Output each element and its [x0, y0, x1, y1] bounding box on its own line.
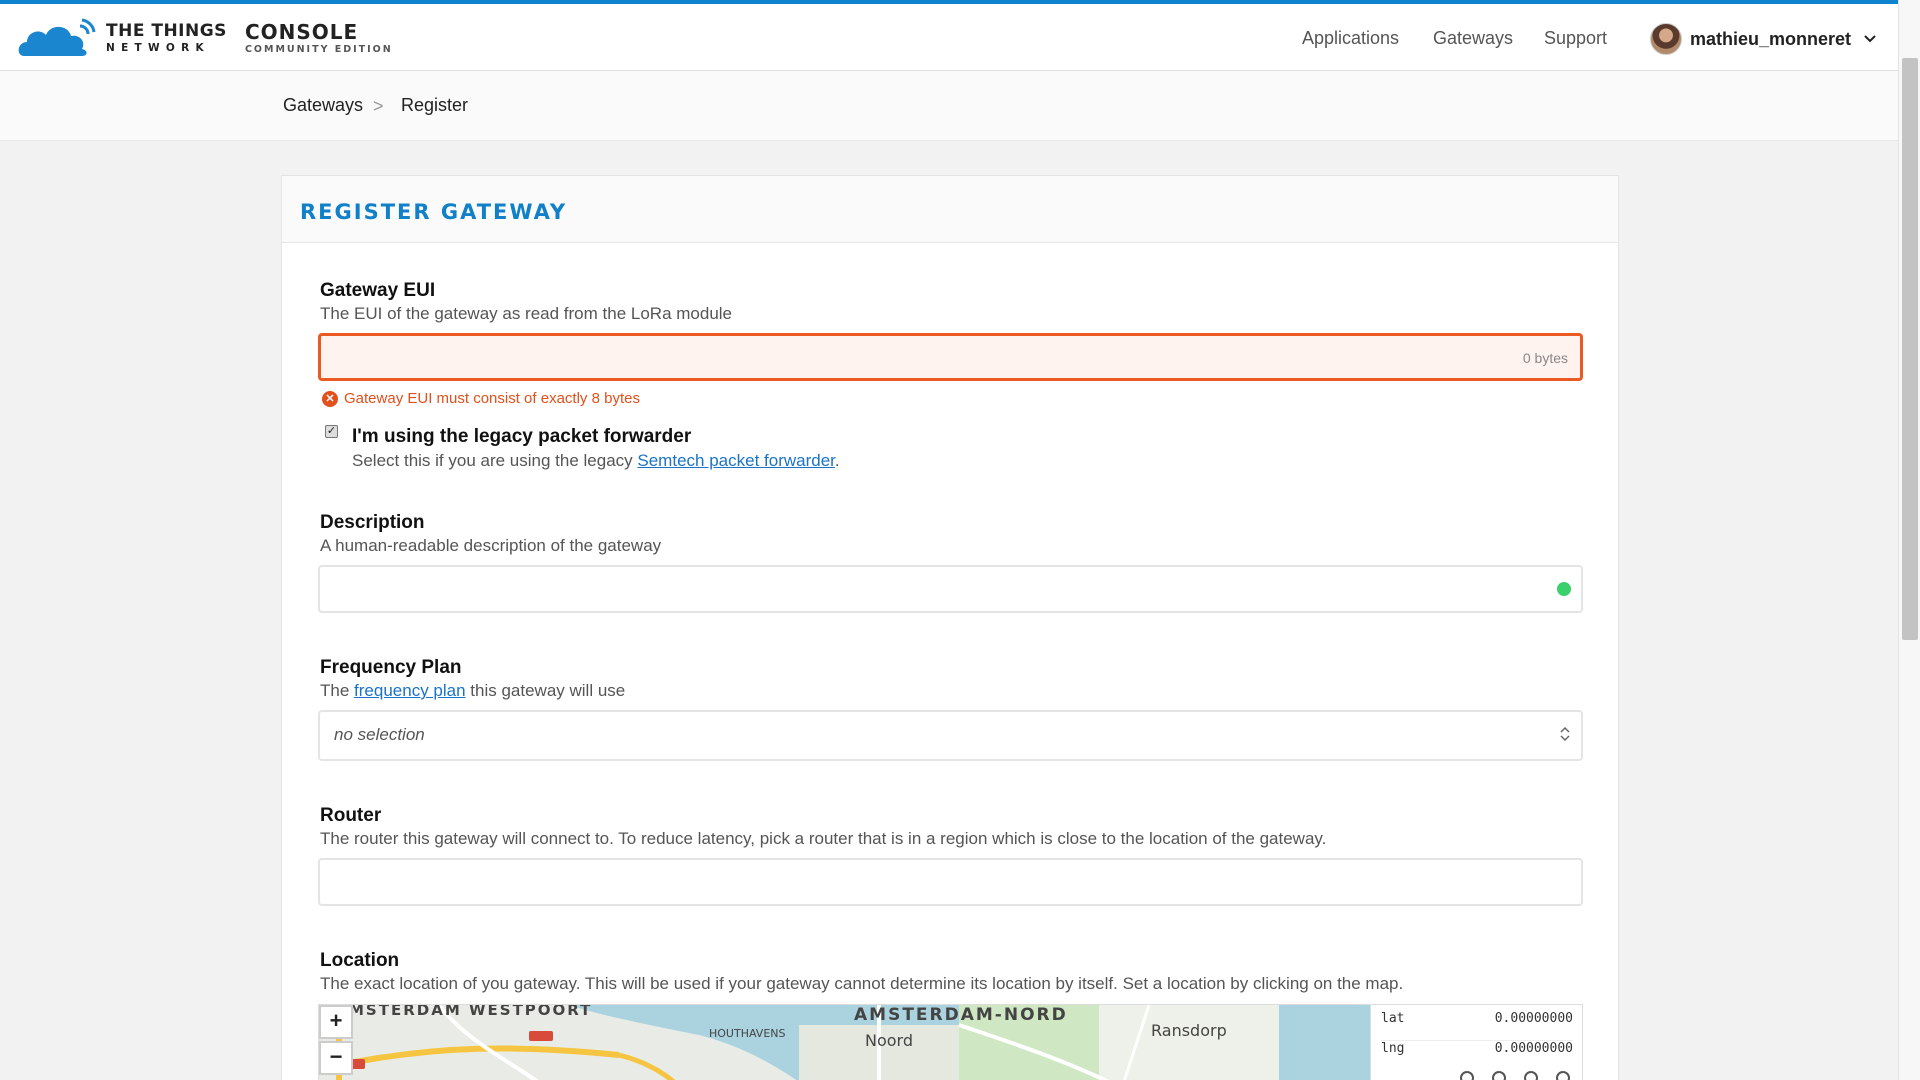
- map-layer-icon[interactable]: [1460, 1071, 1474, 1080]
- description-label: Description: [320, 512, 425, 533]
- map-label-ransdorp: Ransdorp: [1151, 1021, 1227, 1040]
- longitude-row[interactable]: lng 0.00000000: [1381, 1040, 1573, 1056]
- longitude-label: lng: [1381, 1041, 1405, 1056]
- product-name: CONSOLE: [244, 19, 359, 44]
- scrollbar-thumb[interactable]: [1902, 58, 1918, 640]
- nav-applications-link[interactable]: Applications: [1302, 28, 1399, 49]
- legacy-forwarder-checkbox[interactable]: ✓: [325, 425, 338, 438]
- frequency-plan-description: The frequency plan this gateway will use: [320, 681, 625, 701]
- latitude-label: lat: [1381, 1011, 1405, 1026]
- map-tools: [1460, 1071, 1570, 1080]
- latitude-value[interactable]: 0.00000000: [1495, 1011, 1573, 1026]
- page-scrollbar[interactable]: [1898, 0, 1920, 1080]
- freq-desc-suffix: this gateway will use: [465, 681, 626, 700]
- legacy-desc-period: .: [834, 451, 840, 470]
- location-label: Location: [320, 950, 400, 971]
- brand-name-line1: THE THINGS: [106, 20, 227, 41]
- user-menu[interactable]: mathieu_monneret: [1650, 23, 1877, 55]
- map-label-westpoort: MSTERDAM WESTPOORT: [349, 1004, 593, 1019]
- location-description: The exact location of you gateway. This …: [320, 974, 1404, 993]
- legacy-desc-text: Select this if you are using the legacy: [352, 451, 638, 470]
- map-label-noord: Noord: [865, 1031, 913, 1050]
- map-pin-icon[interactable]: [1492, 1071, 1506, 1080]
- username: mathieu_monneret: [1690, 28, 1852, 49]
- ttn-wordmark: THE THINGS NETWORK: [106, 20, 227, 54]
- location-map[interactable]: MSTERDAM WESTPOORT AMSTERDAM-NORD Noord …: [318, 1004, 1583, 1080]
- register-gateway-card: REGISTER GATEWAY Gateway EUI The EUI of …: [281, 175, 1619, 1080]
- map-zoom-in-button[interactable]: +: [319, 1005, 353, 1039]
- top-navigation-bar: THE THINGS NETWORK CONSOLE COMMUNITY EDI…: [0, 0, 1898, 71]
- chevron-down-icon: [1864, 35, 1876, 43]
- gateway-eui-error-text: Gateway EUI must consist of exactly 8 by…: [344, 390, 640, 407]
- description-input[interactable]: [318, 565, 1583, 613]
- breadcrumb-gateways-link[interactable]: Gateways: [283, 95, 363, 116]
- breadcrumb: Gateways > Register: [0, 71, 1898, 141]
- nav-gateways-link[interactable]: Gateways: [1433, 28, 1513, 49]
- description-help: A human-readable description of the gate…: [320, 536, 662, 555]
- avatar: [1650, 23, 1682, 55]
- console-wordmark: CONSOLE COMMUNITY EDITION: [245, 22, 393, 55]
- card-header: REGISTER GATEWAY: [282, 176, 1618, 243]
- map-clear-icon[interactable]: [1556, 1071, 1570, 1080]
- valid-check-icon: [1557, 582, 1571, 596]
- semtech-forwarder-link[interactable]: Semtech packet forwarder: [637, 451, 834, 470]
- product-edition: COMMUNITY EDITION: [244, 43, 393, 55]
- breadcrumb-current: Register: [401, 95, 469, 115]
- select-arrows-icon: [1560, 726, 1570, 742]
- frequency-plan-select[interactable]: no selection: [318, 710, 1583, 761]
- cloud-logo-icon: [18, 18, 96, 56]
- nav-support-link[interactable]: Support: [1544, 28, 1607, 49]
- map-zoom-out-button[interactable]: −: [319, 1041, 353, 1075]
- frequency-plan-label: Frequency Plan: [320, 657, 462, 678]
- byte-counter: 0 bytes: [1522, 350, 1568, 366]
- gateway-eui-error: ✕ Gateway EUI must consist of exactly 8 …: [322, 390, 640, 407]
- router-description: The router this gateway will connect to.…: [320, 829, 1327, 848]
- map-label-houthavens: HOUTHAVENS: [709, 1027, 786, 1040]
- router-input[interactable]: [318, 858, 1583, 906]
- gateway-eui-input[interactable]: 0 bytes: [318, 333, 1583, 381]
- legacy-forwarder-label: I'm using the legacy packet forwarder: [352, 426, 692, 447]
- map-label-amsterdam-nord: AMSTERDAM-NORD: [854, 1005, 1068, 1025]
- ttn-logo[interactable]: THE THINGS NETWORK CONSOLE COMMUNITY EDI…: [18, 18, 393, 58]
- freq-desc-text: The: [320, 681, 355, 700]
- latitude-row[interactable]: lat 0.00000000: [1381, 1011, 1573, 1026]
- longitude-value[interactable]: 0.00000000: [1495, 1041, 1573, 1056]
- page-title: REGISTER GATEWAY: [300, 200, 568, 224]
- legacy-forwarder-description: Select this if you are using the legacy …: [352, 451, 840, 471]
- breadcrumb-separator-icon: >: [373, 96, 384, 116]
- router-label: Router: [320, 805, 382, 826]
- gateway-eui-label: Gateway EUI: [320, 280, 436, 301]
- frequency-plan-link[interactable]: frequency plan: [354, 681, 466, 700]
- coordinates-panel: lat 0.00000000 lng 0.00000000: [1370, 1005, 1582, 1080]
- gateway-eui-description: The EUI of the gateway as read from the …: [320, 304, 733, 323]
- error-icon: ✕: [322, 390, 338, 407]
- frequency-plan-selected: no selection: [334, 725, 425, 744]
- brand-name-line2: NETWORK: [106, 41, 210, 54]
- map-locate-icon[interactable]: [1524, 1071, 1538, 1080]
